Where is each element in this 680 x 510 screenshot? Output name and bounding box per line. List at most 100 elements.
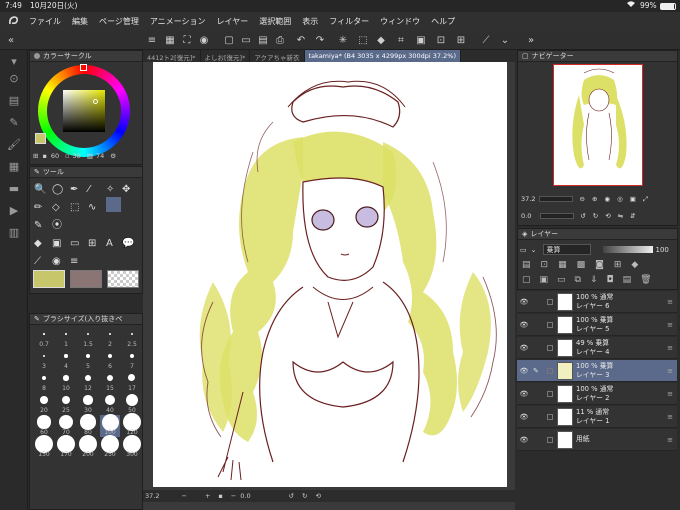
zoom-in-icon[interactable]: + (205, 492, 210, 500)
brush-size-25[interactable]: 25 (56, 393, 76, 415)
nav-flip-h-icon[interactable]: ⇋ (618, 212, 623, 220)
menu-filter[interactable]: フィルター (329, 16, 369, 27)
eye-icon[interactable]: 👁 (517, 321, 531, 329)
reset-icon[interactable]: ⟲ (316, 492, 321, 500)
export-icon[interactable]: ⎙ (273, 33, 287, 47)
brush-size-50[interactable]: 50 (122, 393, 142, 415)
transparent-color-chip[interactable] (107, 270, 139, 288)
brush-size-5[interactable]: 5 (78, 349, 98, 371)
layer-checkbox[interactable] (547, 298, 553, 305)
menu-help[interactable]: ヘルプ (431, 16, 455, 27)
editing-pen-icon[interactable]: ✎ (533, 367, 543, 375)
brush-size-1[interactable]: 1 (56, 327, 76, 349)
airbrush-tool-icon[interactable]: ⦿ (52, 217, 62, 235)
lock-transparency-icon[interactable]: ▦ (558, 260, 567, 272)
ruler-link-icon[interactable]: ⊞ (614, 260, 622, 272)
navigator-zoom-slider[interactable] (539, 196, 574, 202)
ruler-icon[interactable]: ⟋ (479, 33, 493, 47)
brush-size-4[interactable]: 4 (56, 349, 76, 371)
layer-row[interactable]: 👁 100 % 通常 レイヤー 6 ≡ (517, 291, 677, 313)
layer-option-icon[interactable]: ▭ (520, 246, 527, 254)
layer-checkbox[interactable] (547, 321, 553, 328)
zoom-tool-icon[interactable]: 🔍 (34, 181, 46, 199)
brush-size-12[interactable]: 12 (78, 371, 98, 393)
figure-panel-icon[interactable]: ▬ (6, 180, 22, 196)
deselect-icon[interactable]: ⬚ (356, 33, 370, 47)
brush-size-60[interactable]: 60 (34, 415, 54, 437)
reference-icon[interactable]: ⊡ (541, 260, 549, 272)
layer-menu-icon[interactable]: ≡ (667, 344, 673, 352)
menu-edit[interactable]: 編集 (72, 16, 88, 27)
fill-tool-icon[interactable]: ◆ (34, 235, 42, 253)
layer-row[interactable]: 👁 用紙 ≡ (517, 429, 677, 451)
hue-cursor[interactable] (80, 64, 87, 71)
collapse-left-icon[interactable]: « (4, 33, 18, 47)
layer-row[interactable]: 👁 100 % 乗算 レイヤー 5 ≡ (517, 314, 677, 336)
selected-tool-icon[interactable] (106, 197, 121, 212)
eye-icon[interactable]: 👁 (517, 413, 531, 421)
doc-tab-1[interactable]: 4412ト2[復元]* (143, 50, 201, 62)
balloon-tool-icon[interactable]: 💬 (122, 235, 134, 253)
text-panel-icon[interactable]: ▥ (6, 224, 22, 240)
selection-tool-icon[interactable]: ⬚ (70, 199, 79, 217)
pen-panel-icon[interactable]: ✎ (6, 114, 22, 130)
doc-tab-2[interactable]: よしお[復元]* (201, 50, 251, 62)
brush-size-30[interactable]: 30 (78, 393, 98, 415)
navigator-angle-slider[interactable] (540, 213, 575, 219)
brush-size-80[interactable]: 80 (78, 414, 98, 437)
menu-layer[interactable]: レイヤー (217, 16, 249, 27)
brush-size-100[interactable]: 100 (100, 413, 120, 437)
crop-icon[interactable]: ⌗ (394, 33, 408, 47)
brush-size-150[interactable]: 150 (34, 435, 54, 459)
brush-panel-icon[interactable]: 🖌 (6, 136, 22, 152)
new-raster-icon[interactable]: ▢ (522, 275, 531, 287)
color-icon[interactable]: ◆ (631, 260, 638, 272)
layer-menu-icon[interactable]: ≡ (667, 436, 673, 444)
ruler-tool-icon[interactable]: ⟋ (34, 253, 41, 271)
nav-rotate-left-icon[interactable]: ↺ (580, 212, 585, 220)
new-folder-icon[interactable]: ▭ (557, 275, 566, 287)
brush-size-2_5[interactable]: 2.5 (122, 327, 142, 349)
nav-flip-v-icon[interactable]: ⇵ (630, 212, 635, 220)
layer-menu-icon[interactable]: ≡ (667, 298, 673, 306)
eyedropper-tool-icon[interactable]: ⁄ (88, 181, 90, 199)
menu-selection[interactable]: 選択範囲 (259, 16, 291, 27)
brush-size-7[interactable]: 7 (122, 349, 142, 371)
brush-size-70[interactable]: 70 (56, 414, 76, 437)
nav-zoom-in-icon[interactable]: ⊕ (592, 195, 597, 203)
duplicate-icon[interactable]: ⧉ (575, 275, 581, 287)
brush-size-20[interactable]: 20 (34, 393, 54, 415)
eraser-tool-icon[interactable]: ◇ (52, 199, 60, 217)
nav-actual-icon[interactable]: ◎ (617, 195, 623, 203)
nav-fit-icon[interactable]: ◉ (604, 195, 610, 203)
rotate-icon[interactable]: ⊞ (454, 33, 468, 47)
merge-down-icon[interactable]: ⇓ (590, 275, 598, 287)
layer-menu-icon[interactable]: ≡ (667, 413, 673, 421)
brush-size-8[interactable]: 8 (34, 371, 54, 393)
brush-tool-icon[interactable]: ✏ (34, 199, 42, 217)
layer-checkbox[interactable] (547, 413, 553, 420)
color-settings-icon[interactable]: ⚙ (110, 152, 116, 160)
mask-add-icon[interactable]: ◘ (607, 275, 614, 287)
nav-reset-icon[interactable]: ⟲ (605, 212, 610, 220)
nav-rotate-right-icon[interactable]: ↻ (593, 212, 598, 220)
text-tool-icon[interactable]: A (106, 235, 113, 253)
layer-panel-icon[interactable]: ▤ (6, 92, 22, 108)
zoom-square-icon[interactable]: ▪ (218, 492, 222, 500)
sub-color-chip[interactable] (70, 270, 102, 288)
main-color-swatch[interactable] (35, 133, 46, 144)
eye-icon[interactable]: 👁 (517, 390, 531, 398)
rotate-left-icon[interactable]: ↺ (289, 492, 294, 500)
saturation-value-square[interactable] (63, 90, 105, 132)
color-mode-icon[interactable]: ⊞ (33, 152, 38, 160)
decoration-tool-icon[interactable]: ◉ (52, 253, 61, 271)
correct-line-icon[interactable]: ∿ (88, 199, 96, 217)
eye-icon[interactable]: 👁 (517, 298, 531, 306)
drawing-canvas[interactable] (153, 62, 507, 487)
menu-view[interactable]: 表示 (302, 16, 318, 27)
collapse-right-icon[interactable]: » (524, 33, 538, 47)
list-tool-icon[interactable]: ≡ (70, 253, 78, 271)
brush-size-10[interactable]: 10 (56, 371, 76, 393)
delete-layer-icon[interactable]: 🗑 (640, 275, 651, 287)
open-folder-icon[interactable]: ▭ (239, 33, 253, 47)
